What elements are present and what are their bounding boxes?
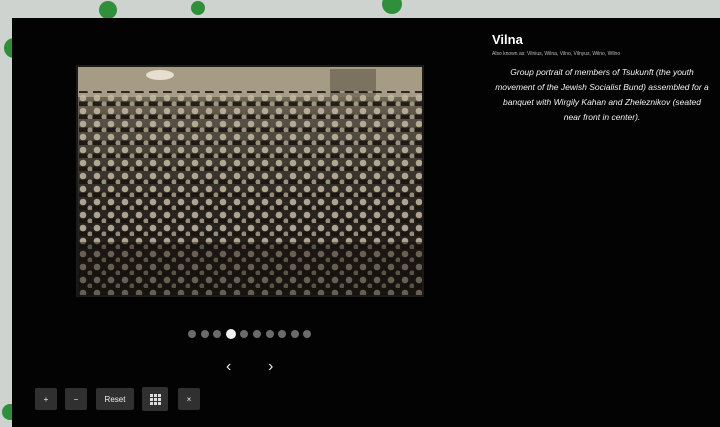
next-button[interactable]: › (268, 358, 273, 376)
photo-caption: Group portrait of members of Tsukunft (t… (495, 67, 709, 122)
map-marker[interactable] (99, 1, 117, 19)
slide-dot[interactable] (278, 330, 287, 338)
photo (76, 65, 424, 297)
slide-dot[interactable] (188, 330, 196, 338)
map-marker[interactable] (382, 0, 402, 14)
slide-dot[interactable] (265, 330, 274, 338)
slide-dot[interactable] (240, 330, 249, 338)
slide-dot[interactable] (290, 330, 299, 338)
photo-lightbox: Vilna Also known as: Vilnius, Wilna, Vil… (12, 18, 720, 427)
reset-button[interactable]: Reset (96, 388, 134, 410)
slide-indicators (188, 329, 312, 339)
slide-dot[interactable] (303, 330, 312, 338)
map-marker[interactable] (191, 1, 205, 15)
also-known-as: Also known as: Vilnius, Wilna, Vilno, Vi… (492, 51, 621, 57)
close-button[interactable]: × (178, 388, 200, 410)
zoom-in-button[interactable]: + (35, 388, 57, 410)
slide-dot[interactable] (252, 330, 261, 338)
slide-dot-active[interactable] (225, 329, 236, 339)
grid-icon (149, 393, 161, 405)
slide-dot[interactable] (213, 330, 222, 338)
zoom-out-button[interactable]: − (65, 388, 87, 410)
info-panel: Vilna Also known as: Vilnius, Wilna, Vil… (489, 32, 715, 125)
place-title: Vilna (492, 32, 523, 47)
prev-button[interactable]: ‹ (226, 358, 231, 376)
slide-dot[interactable] (200, 330, 209, 338)
group-portrait-image (78, 67, 422, 295)
grid-view-button[interactable] (142, 387, 168, 411)
